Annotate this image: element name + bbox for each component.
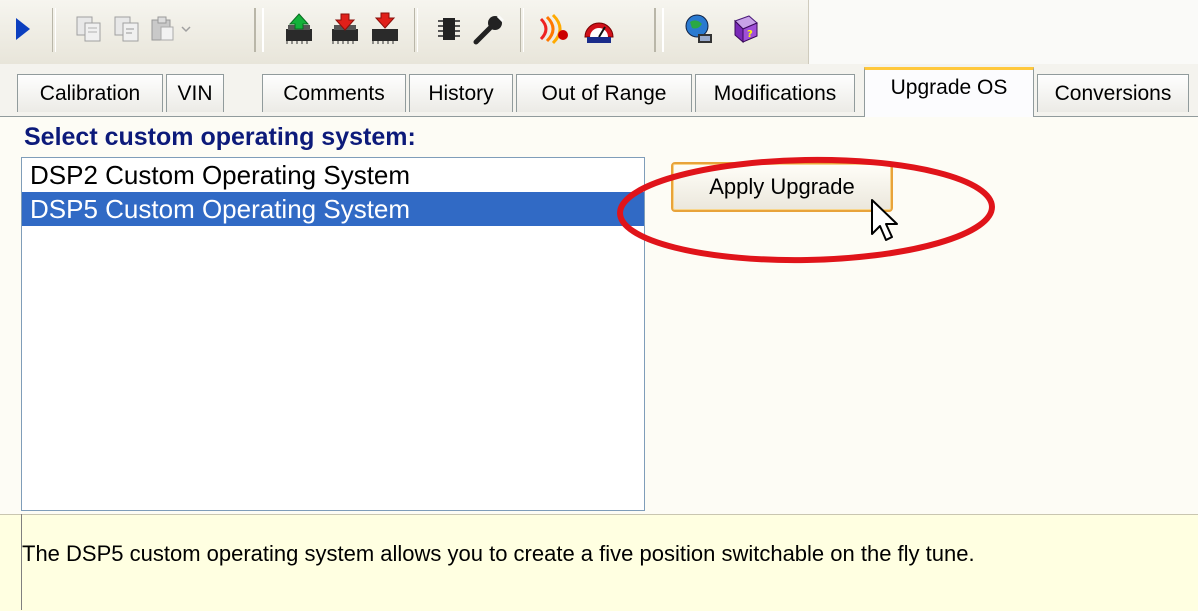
download-red-alt-icon[interactable] — [362, 6, 408, 52]
toolbar-panel: ? — [0, 0, 809, 64]
toolbar-separator — [52, 8, 56, 52]
os-item-dsp2[interactable]: DSP2 Custom Operating System — [22, 158, 644, 192]
tab-calibration[interactable]: Calibration — [17, 74, 163, 112]
toolbar-separator — [254, 8, 264, 52]
gauge-icon[interactable] — [576, 6, 622, 52]
help-book-icon[interactable]: ? — [722, 6, 768, 52]
description-panel: The DSP5 custom operating system allows … — [0, 514, 1198, 611]
globe-network-icon[interactable] — [676, 6, 722, 52]
tab-history[interactable]: History — [409, 74, 513, 112]
toolbar-separator — [520, 8, 524, 52]
signal-tool-icon[interactable] — [532, 6, 578, 52]
toolbar: ? — [0, 0, 1198, 64]
upload-green-icon[interactable] — [276, 6, 322, 52]
tab-comments[interactable]: Comments — [262, 74, 406, 112]
panel-border — [21, 514, 22, 610]
tab-bar: Calibration VIN Comments History Out of … — [0, 64, 1198, 117]
wrench-icon[interactable] — [466, 6, 512, 52]
toolbar-separator — [654, 8, 664, 52]
tab-conversions[interactable]: Conversions — [1037, 74, 1189, 112]
mouse-cursor-icon — [871, 199, 898, 241]
tab-modifications[interactable]: Modifications — [695, 74, 855, 112]
os-item-dsp5[interactable]: DSP5 Custom Operating System — [22, 192, 644, 226]
apply-upgrade-button[interactable]: Apply Upgrade — [671, 162, 893, 212]
tab-out-of-range[interactable]: Out of Range — [516, 74, 692, 112]
description-text: The DSP5 custom operating system allows … — [22, 541, 975, 566]
paste-dropdown-icon[interactable] — [176, 6, 196, 52]
page-title: Select custom operating system: — [24, 123, 416, 151]
svg-text:?: ? — [747, 29, 753, 40]
play-icon[interactable] — [0, 6, 46, 52]
os-list[interactable]: DSP2 Custom Operating System DSP5 Custom… — [21, 157, 645, 511]
tab-vin[interactable]: VIN — [166, 74, 224, 112]
tab-upgrade-os[interactable]: Upgrade OS — [864, 67, 1034, 117]
toolbar-separator — [414, 8, 418, 52]
